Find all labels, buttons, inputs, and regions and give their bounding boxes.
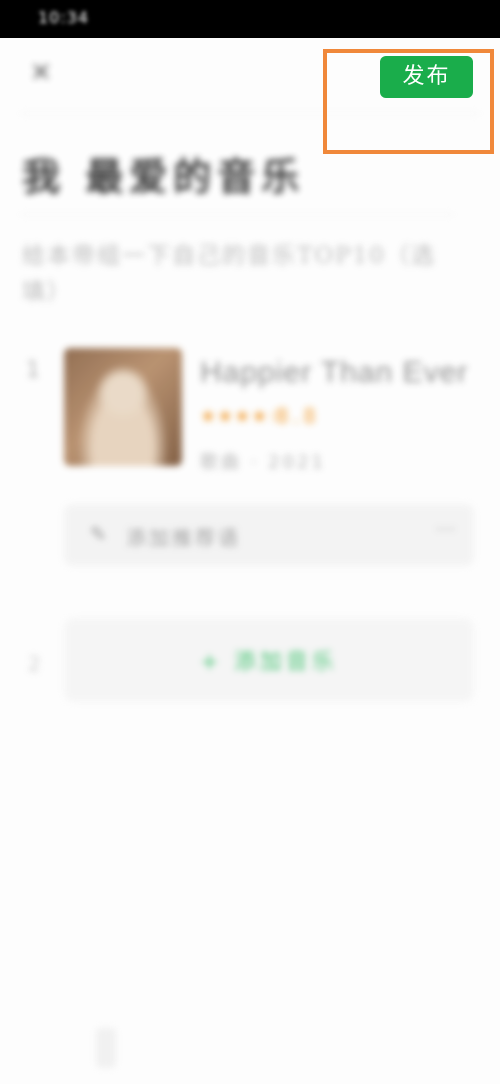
close-icon[interactable]: ✕ xyxy=(30,60,56,86)
page-subtitle: 给本帝组一下自己的音乐TOP10（选填） xyxy=(22,243,436,305)
add-music-label: + 添加音乐 xyxy=(200,650,338,675)
status-bar: 10:34 xyxy=(0,0,500,38)
nav-hint xyxy=(96,1028,116,1068)
more-icon[interactable]: ··· xyxy=(435,518,456,543)
add-music-button[interactable]: + 添加音乐 xyxy=(64,618,474,702)
song-meta: 歌曲 · 2021 xyxy=(200,452,326,473)
app-area: ✕ 我 最爱的音乐 给本帝组一下自己的音乐TOP10（选填） 1 Happier… xyxy=(0,38,500,1084)
comment-placeholder: 添加推荐语 xyxy=(126,526,241,550)
status-time: 10:34 xyxy=(38,8,90,27)
rank-number: 2 xyxy=(28,652,41,676)
rating-value: 8.8 xyxy=(276,404,320,428)
pen-icon: ✎ xyxy=(90,522,107,546)
rank-number: 1 xyxy=(26,358,40,383)
title-divider xyxy=(22,214,452,215)
rating-stars-icon: ★★★★☆ xyxy=(200,406,286,427)
album-art[interactable] xyxy=(64,348,182,466)
blurred-content: ✕ 我 最爱的音乐 给本帝组一下自己的音乐TOP10（选填） 1 Happier… xyxy=(0,38,500,1084)
song-title[interactable]: Happier Than Ever xyxy=(200,356,468,390)
page-title: 我 最爱的音乐 xyxy=(22,154,306,199)
add-comment-field[interactable]: ✎ 添加推荐语 ··· xyxy=(64,504,474,566)
publish-button[interactable]: 发布 xyxy=(380,56,473,98)
header-divider xyxy=(22,113,478,114)
